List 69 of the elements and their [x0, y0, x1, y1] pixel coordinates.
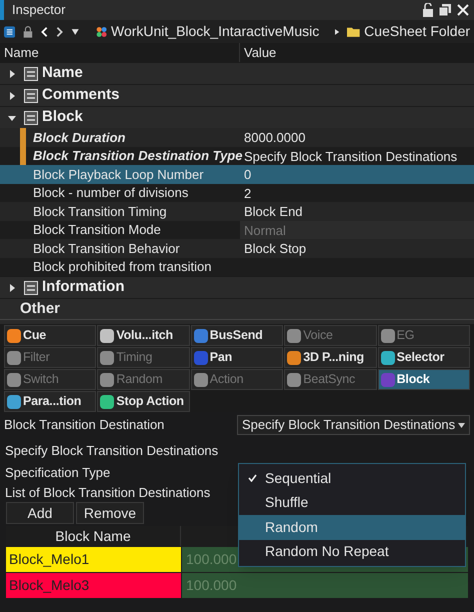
section-title: Specify Block Transition Destinations	[4, 442, 220, 460]
property-name: Block Transition Destination Type	[32, 147, 240, 165]
property-value[interactable]: Block End	[240, 202, 474, 220]
separator-icon	[335, 28, 340, 36]
column-header[interactable]: Value	[240, 43, 276, 62]
property-name: Block prohibited from transition	[32, 258, 212, 276]
module-tab[interactable]: Volu...itch	[97, 325, 190, 346]
caret-icon	[458, 422, 465, 428]
property-row[interactable]: Block Transition Behavior Block Stop	[0, 239, 474, 258]
property-name: Block - number of divisions	[32, 184, 190, 202]
breadcrumb-item[interactable]: CueSheet Folder	[364, 21, 470, 42]
property-row[interactable]: Block prohibited from transition	[0, 258, 474, 276]
category-label[interactable]: Block	[42, 106, 83, 129]
category-label[interactable]: Name	[42, 62, 83, 85]
module-tab[interactable]: Cue	[4, 325, 96, 346]
block-name-cell[interactable]: Block_Melo1	[6, 547, 181, 572]
category-label[interactable]: Information	[42, 276, 124, 299]
block-name-cell[interactable]: Block_Melo3	[6, 573, 181, 598]
module-tab[interactable]: 3D P...ning	[284, 347, 377, 368]
field-label: List of Block Transition Destinations	[4, 484, 212, 502]
restore-icon[interactable]	[438, 3, 452, 17]
module-tab[interactable]: Block	[378, 369, 470, 390]
field-label: Specification Type	[4, 464, 112, 482]
category-icon	[24, 280, 38, 294]
expand-icon[interactable]	[8, 92, 16, 100]
category-icon	[24, 66, 38, 80]
property-value[interactable]: 8000.0000	[240, 128, 474, 146]
destination-dropdown[interactable]: Specify Block Transition Destinations	[237, 415, 470, 435]
back-icon[interactable]	[41, 24, 48, 38]
dropdown-icon[interactable]	[71, 26, 80, 36]
property-value[interactable]: 0	[240, 165, 474, 184]
category-icon	[24, 88, 38, 102]
category-icon	[24, 110, 38, 124]
menu-item[interactable]: Random No Repeat	[239, 540, 465, 564]
field-label: Block Transition Destination	[4, 416, 166, 434]
property-row[interactable]: Block Transition Destination TypeSpecify Block Transition Destinations	[0, 146, 474, 165]
module-tab[interactable]: BusSend	[190, 325, 284, 346]
forward-icon[interactable]	[56, 24, 64, 38]
category-label[interactable]: Other	[20, 298, 60, 320]
close-icon[interactable]	[456, 3, 470, 17]
module-tab[interactable]: Para...tion	[4, 391, 96, 412]
menu-item[interactable]: Shuffle	[239, 490, 465, 515]
menu-item[interactable]: Random	[239, 515, 465, 540]
lock-icon[interactable]	[23, 24, 34, 40]
module-tab[interactable]: Stop Action	[97, 391, 190, 412]
property-name: Block Transition Behavior	[32, 240, 181, 258]
window-title: Inspector	[12, 1, 66, 20]
breadcrumb-item[interactable]: WorkUnit_Block_IntaractiveMusic	[110, 21, 320, 42]
expand-icon[interactable]	[8, 70, 16, 78]
category-label[interactable]: Comments	[42, 84, 120, 107]
lock-icon[interactable]	[422, 3, 434, 17]
property-name: Block Transition Timing	[32, 202, 168, 221]
column-header[interactable]: Block Name	[6, 526, 181, 546]
module-tab[interactable]: Pan	[190, 347, 284, 368]
module-tab[interactable]: Selector	[378, 347, 470, 368]
action-button[interactable]: Remove	[76, 502, 144, 524]
action-button[interactable]: Add	[6, 502, 74, 524]
property-name: Block Duration	[32, 128, 126, 146]
property-name: Block Transition Mode	[32, 221, 162, 239]
property-value[interactable]: 2	[240, 184, 474, 202]
property-value[interactable]: Block Stop	[240, 239, 474, 258]
menu-item[interactable]: Sequential	[239, 466, 465, 490]
collapse-icon[interactable]	[8, 114, 16, 122]
property-row[interactable]: Block Playback Loop Number 0	[0, 165, 474, 184]
property-row[interactable]: Block Transition Timing Block End	[0, 202, 474, 220]
menu-icon[interactable]	[4, 24, 16, 40]
property-name: Block Playback Loop Number	[32, 166, 205, 184]
expand-icon[interactable]	[8, 284, 16, 292]
property-row[interactable]: Block Duration 8000.0000	[0, 128, 474, 146]
